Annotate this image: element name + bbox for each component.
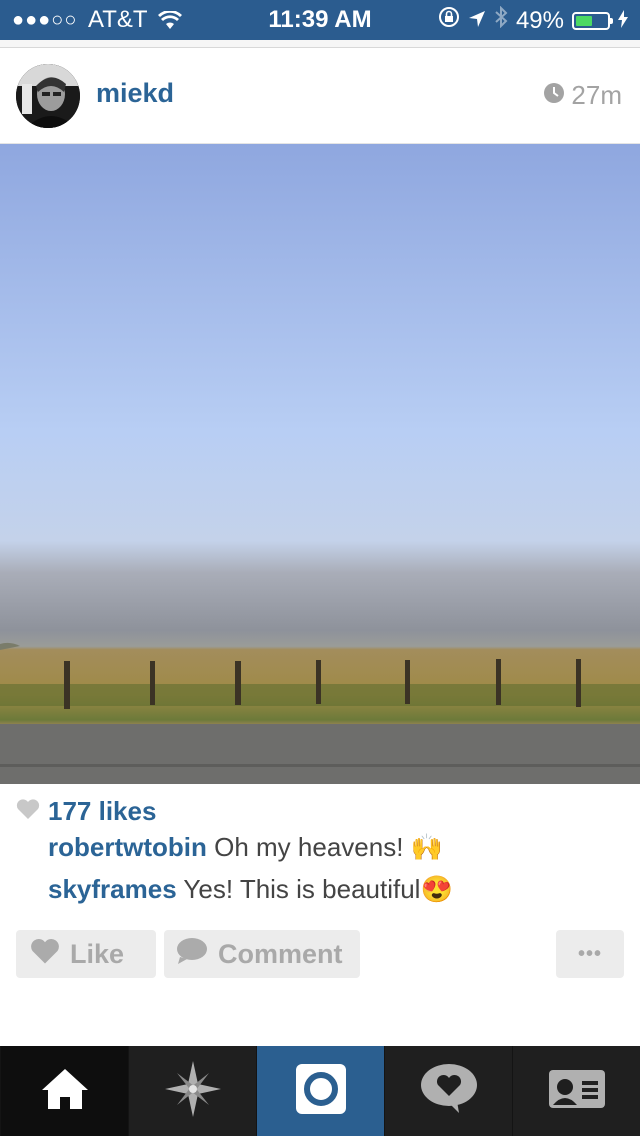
battery-icon <box>572 11 613 30</box>
tab-activity[interactable] <box>384 1046 512 1136</box>
comment-2: skyframes Yes! This is beautiful😍 <box>48 874 453 905</box>
battery-fill <box>576 15 592 26</box>
home-icon <box>40 1067 90 1116</box>
location-arrow-icon <box>468 7 486 35</box>
comment-text: Oh my heavens! 🙌 <box>214 832 444 862</box>
camera-icon <box>294 1062 348 1121</box>
more-options-button[interactable]: ••• <box>556 930 624 978</box>
nav-divider <box>0 40 640 48</box>
like-label: Like <box>70 938 125 969</box>
like-button[interactable]: Like <box>16 930 156 978</box>
heart-icon <box>30 937 60 972</box>
status-bar: ●●●○○ AT&T 11:39 AM 49% <box>0 0 640 40</box>
status-right: 49% <box>438 5 628 35</box>
tab-home[interactable] <box>0 1046 128 1136</box>
post-header: miekd 27m <box>0 48 640 144</box>
explore-icon <box>163 1059 223 1124</box>
avatar[interactable] <box>16 64 80 128</box>
orientation-lock-icon <box>438 6 460 35</box>
comment-label: Comment <box>218 938 343 969</box>
post-timestamp: 27m <box>543 80 622 111</box>
charging-icon <box>618 7 628 35</box>
tab-explore[interactable] <box>128 1046 256 1136</box>
activity-icon <box>419 1063 479 1120</box>
bluetooth-icon <box>494 5 508 35</box>
post-username[interactable]: miekd <box>96 78 174 109</box>
comment-button[interactable]: Comment <box>164 930 360 978</box>
heart-icon <box>16 798 40 825</box>
comment-username[interactable]: skyframes <box>48 874 177 904</box>
ellipsis-icon: ••• <box>577 942 602 965</box>
profile-icon <box>548 1069 606 1114</box>
likes-row: 177 likes <box>16 794 156 828</box>
comment-text: Yes! This is beautiful😍 <box>183 874 453 904</box>
speech-bubble-icon <box>176 937 208 972</box>
clock-icon <box>543 80 565 111</box>
comment-username[interactable]: robertwtobin <box>48 832 207 862</box>
post-photo[interactable] <box>0 144 640 784</box>
tab-camera[interactable] <box>256 1046 384 1136</box>
tab-profile[interactable] <box>512 1046 640 1136</box>
battery-percent: 49% <box>515 6 564 34</box>
comment-1: robertwtobin Oh my heavens! 🙌 <box>48 832 443 863</box>
likes-count[interactable]: 177 likes <box>48 796 156 827</box>
time-ago: 27m <box>571 80 622 110</box>
tab-bar <box>0 1046 640 1136</box>
